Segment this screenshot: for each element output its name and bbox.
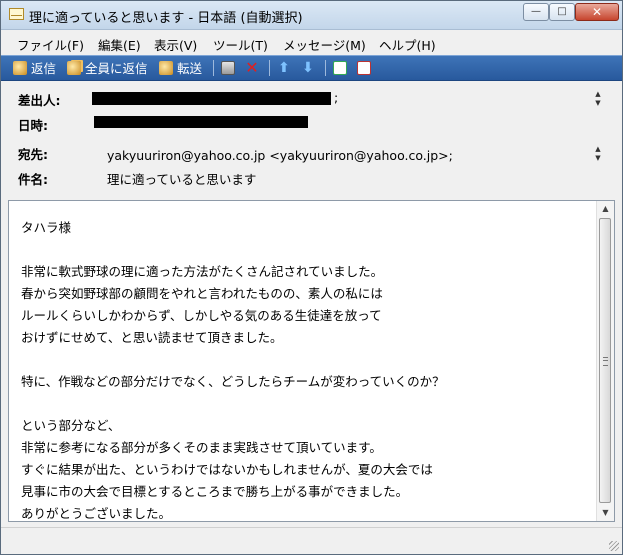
toolbar: 返信 全員に返信 転送 ✕ ⬆ ⬇ [1,55,622,81]
contacts-button[interactable] [333,58,351,77]
reply-icon [13,60,27,75]
message-blank-line [21,239,596,261]
message-line: タハラ様 [21,220,72,235]
menu-file[interactable]: ファイル(F) [17,35,84,54]
to-scroll-arrows[interactable]: ▲ ▼ [593,145,603,163]
message-line: 特に、作戦などの部分だけでなく、どうしたらチームが変わっていくのか？ [21,374,445,389]
contacts-icon [333,60,347,75]
resize-grip-icon[interactable] [609,541,619,551]
message-text: タハラ様非常に軟式野球の理に適った方法がたくさん記されていました。 春から突如野球… [21,217,596,525]
delete-button[interactable]: ✕ [245,58,263,77]
forward-button[interactable]: 転送 [159,58,202,77]
arrow-down-icon: ⬇ [302,59,314,76]
from-scroll-arrows[interactable]: ▲ ▼ [593,90,603,108]
message-line: 非常に参考になる部分が多くそのまま実践させて頂いています。 [21,440,382,455]
close-button[interactable]: ✕ [575,3,619,21]
message-body[interactable]: タハラ様非常に軟式野球の理に適った方法がたくさん記されていました。 春から突如野球… [8,200,615,522]
previous-message-button[interactable]: ⬆ [277,58,295,77]
message-line: 春から突如野球部の顧問をやれと言われたものの、素人の私には [21,286,383,301]
message-line: おけずにせめて、と思い読ませて頂きました。 [21,330,283,345]
menu-bar: ファイル(F) 編集(E) 表示(V) ツール(T) メッセージ(M) ヘルプ(… [1,31,622,53]
message-blank-line [21,393,596,415]
envelope-icon [9,8,24,20]
scroll-down-arrow-icon[interactable]: ▼ [597,505,614,521]
subject-value: 理に適っていると思います [107,172,257,187]
message-line: 非常に軟式野球の理に適った方法がたくさん記されていました。 [21,264,384,279]
reply-all-button[interactable]: 全員に返信 [67,58,148,77]
scrollbar-thumb[interactable] [599,218,611,503]
reply-all-label: 全員に返信 [85,61,148,76]
maximize-button[interactable]: □ [549,3,575,21]
calendar-button[interactable] [357,58,375,77]
forward-label: 転送 [177,61,203,76]
message-line: 見事に市の大会で目標とするところまで勝ち上がる事ができました。 [21,484,409,499]
date-redaction [94,116,308,128]
message-blank-line [21,349,596,371]
grip-icon [603,357,608,366]
menu-edit[interactable]: 編集(E) [98,35,141,54]
to-label: 宛先: [18,147,48,162]
vertical-scrollbar[interactable]: ▲ ▼ [596,201,614,521]
calendar-icon [357,60,371,75]
from-label: 差出人: [18,93,61,108]
forward-icon [159,60,173,75]
status-bar [1,527,622,554]
menu-message[interactable]: メッセージ(M) [283,35,366,54]
title-bar[interactable]: 理に適っていると思います - 日本語 (自動選択) — □ ✕ [1,1,622,30]
printer-icon [221,60,235,75]
arrow-up-icon: ⬆ [278,59,290,76]
window-title: 理に適っていると思います - 日本語 (自動選択) [29,11,303,26]
message-line: という部分など、 [21,418,121,433]
from-redaction [92,92,331,105]
toolbar-separator [325,60,326,76]
from-suffix: ; [334,90,339,105]
message-header: 差出人: ; ▲ ▼ 日時: 宛先: yakyuuriron@yahoo.co.j… [1,81,622,199]
delete-icon: ✕ [245,57,259,77]
menu-help[interactable]: ヘルプ(H) [379,35,436,54]
date-label: 日時: [18,118,48,133]
message-line: ルールくらいしかわからず、しかしやる気のある生徒達を放って [21,308,382,323]
mail-window: 理に適っていると思います - 日本語 (自動選択) — □ ✕ ファイル(F) … [0,0,623,555]
subject-label: 件名: [18,172,48,187]
reply-all-icon [67,60,81,75]
print-button[interactable] [221,58,239,77]
next-message-button[interactable]: ⬇ [301,58,319,77]
message-line: すぐに結果が出た、というわけではないかもしれませんが、夏の大会では [21,462,433,477]
scroll-up-arrow-icon[interactable]: ▲ [597,201,614,217]
reply-button[interactable]: 返信 [13,58,56,77]
menu-tools[interactable]: ツール(T) [213,35,268,54]
minimize-button[interactable]: — [523,3,549,21]
message-line: ありがとうございました。 [21,506,172,521]
to-value[interactable]: yakyuuriron@yahoo.co.jp <yakyuuriron@yah… [107,148,453,163]
toolbar-separator [213,60,214,76]
toolbar-separator [269,60,270,76]
reply-label: 返信 [31,61,57,76]
menu-view[interactable]: 表示(V) [154,35,197,54]
